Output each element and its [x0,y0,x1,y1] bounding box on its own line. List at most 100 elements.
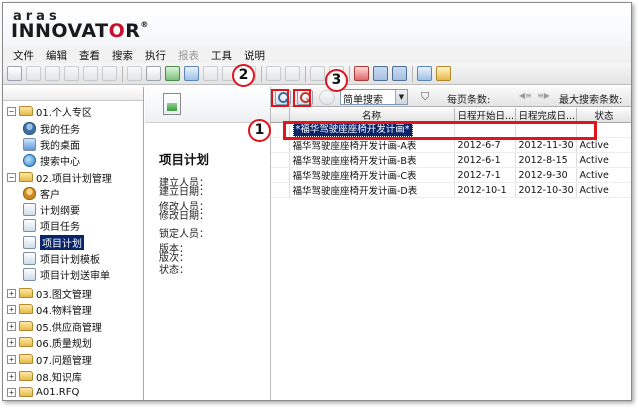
menu-tools[interactable]: 工具 [211,48,232,63]
table-row[interactable]: 福华驾驶座座椅开发计画-C表 2012-7-1 2012-9-30 Active [271,167,631,183]
menu-reports[interactable]: 报表 [178,48,199,63]
cell-end-date[interactable]: 2012-10-30 [515,182,577,198]
tree-folder[interactable]: +05.供应商管理 [7,318,102,334]
tree-item[interactable]: 我的桌面 [23,136,80,152]
cell-start-date[interactable]: 2012-6-1 [454,152,516,168]
tree-folder[interactable]: − 02.项目计划管理 [7,169,112,185]
form-field-label: 修改日期： [159,211,209,222]
menu-view[interactable]: 查看 [79,48,100,63]
expand-icon[interactable]: + [7,354,16,364]
new-from-icon[interactable] [26,66,41,81]
cust-icon [23,186,36,200]
cell-start-date[interactable]: 2012-10-1 [454,182,516,198]
logo-innovator-text: INNOVATOR® [11,20,149,42]
tree-item-label: 08.知识库 [36,372,82,384]
logo-registered-mark: ® [140,20,149,29]
menu-search[interactable]: 搜索 [112,48,133,63]
next-page-icon[interactable]: ≡▶ [537,91,550,100]
filter-icon[interactable]: ⛉ [421,90,434,104]
tree-folder[interactable]: +07.问题管理 [7,351,92,367]
folder-icon [19,304,33,314]
expand-icon[interactable]: + [7,321,16,331]
cell-name[interactable]: 福华驾驶座座椅开发计画-D表 [289,182,455,198]
expand-icon[interactable]: + [7,337,16,347]
page-size-label: 每页条数: [447,95,491,106]
show-form-icon[interactable] [392,66,407,81]
menu-edit[interactable]: 编辑 [46,48,67,63]
cell-name[interactable]: 福华驾驶座座椅开发计画-B表 [289,152,455,168]
tree-item[interactable]: 项目任务 [23,217,80,233]
show-tree-icon[interactable] [373,66,388,81]
open-icon[interactable] [45,66,60,81]
tree-folder[interactable]: − 01.个人专区 [7,103,92,119]
tree-item[interactable]: 我的任务 [23,120,80,136]
cell-status[interactable]: Active [576,167,631,183]
annotation-callout-1: 1 [248,119,271,142]
logo-part-o: O [108,20,126,42]
attach-icon[interactable] [203,66,218,81]
chevron-down-icon[interactable]: ▼ [395,90,407,104]
form-field-label: 锁定人员： [159,229,209,240]
expand-icon[interactable]: + [7,371,16,381]
save-icon[interactable] [64,66,79,81]
tree-folder[interactable]: +03.图文管理 [7,285,92,301]
cell-status[interactable]: Active [576,182,631,198]
cell-end-date[interactable]: 2012-8-15 [515,152,577,168]
tree-item[interactable]: 搜索中心 [23,152,80,168]
doc-icon [23,235,36,249]
tree-folder[interactable]: +08.知识库 [7,368,82,384]
doc-icon [23,267,36,281]
tree-item[interactable]: 计划纲要 [23,201,80,217]
form-field-label: 状态： [159,265,189,276]
tree-folder[interactable]: + A01.RFQ [7,384,79,400]
export-excel-icon[interactable] [165,66,180,81]
chart-icon[interactable] [354,66,369,81]
promote-icon[interactable] [285,66,300,81]
tree-item[interactable]: 项目计划 [23,234,84,250]
annotation-box-clear-button [293,89,311,107]
print-icon[interactable] [146,66,161,81]
menu-execute[interactable]: 执行 [145,48,166,63]
cell-status[interactable]: Active [576,152,631,168]
edit-icon[interactable] [310,66,325,81]
cell-name[interactable]: 福华驾驶座座椅开发计画-C表 [289,167,455,183]
folder-icon [19,288,33,298]
toolbar-separator [261,65,262,82]
help-icon[interactable] [417,66,432,81]
collapse-icon[interactable]: − [7,172,16,182]
doc-icon [23,218,36,232]
new-icon[interactable] [7,66,22,81]
tree-item[interactable]: 项目计划模板 [23,250,100,266]
menu-help[interactable]: 说明 [244,48,265,63]
cell-start-date[interactable]: 2012-7-1 [454,167,516,183]
logout-icon[interactable] [436,66,451,81]
version-icon[interactable] [266,66,281,81]
tree-folder[interactable]: +04.物料管理 [7,301,92,317]
grid-toolbar: 简单搜索 ▼ ⛉ 每页条数: ◀≡ ≡▶ 最大搜索条数: [271,87,631,107]
table-row[interactable]: 福华驾驶座座椅开发计画-D表 2012-10-1 2012-10-30 Active [271,182,631,198]
stop-search-icon[interactable] [319,90,335,105]
expand-icon[interactable]: + [7,288,16,298]
tree-item-label: 项目计划送审单 [40,270,110,282]
expand-icon[interactable]: + [7,387,16,397]
tree-folder[interactable]: +06.质量规划 [7,334,92,350]
collapse-icon[interactable]: − [7,106,16,116]
prev-page-icon[interactable]: ◀≡ [519,91,532,100]
expand-icon[interactable]: + [7,304,16,314]
export-word-icon[interactable] [184,66,199,81]
close-doc-icon[interactable] [102,66,117,81]
copy-icon[interactable] [127,66,142,81]
cell-end-date[interactable]: 2012-9-30 [515,167,577,183]
table-row[interactable]: 福华驾驶座座椅开发计画-B表 2012-6-1 2012-8-15 Active [271,152,631,168]
folder-icon [19,172,33,182]
tree-item-label: 项目计划模板 [40,254,100,266]
folder-icon [19,106,33,116]
person-icon [23,121,36,135]
tree-item[interactable]: 客户 [23,185,60,201]
tree-header [3,87,143,101]
tree-item[interactable]: 项目计划送审单 [23,266,110,282]
menu-file[interactable]: 文件 [13,48,34,63]
search-mode-select[interactable]: 简单搜索 ▼ [340,89,408,105]
project-document-icon [163,93,181,115]
save-as-icon[interactable] [83,66,98,81]
